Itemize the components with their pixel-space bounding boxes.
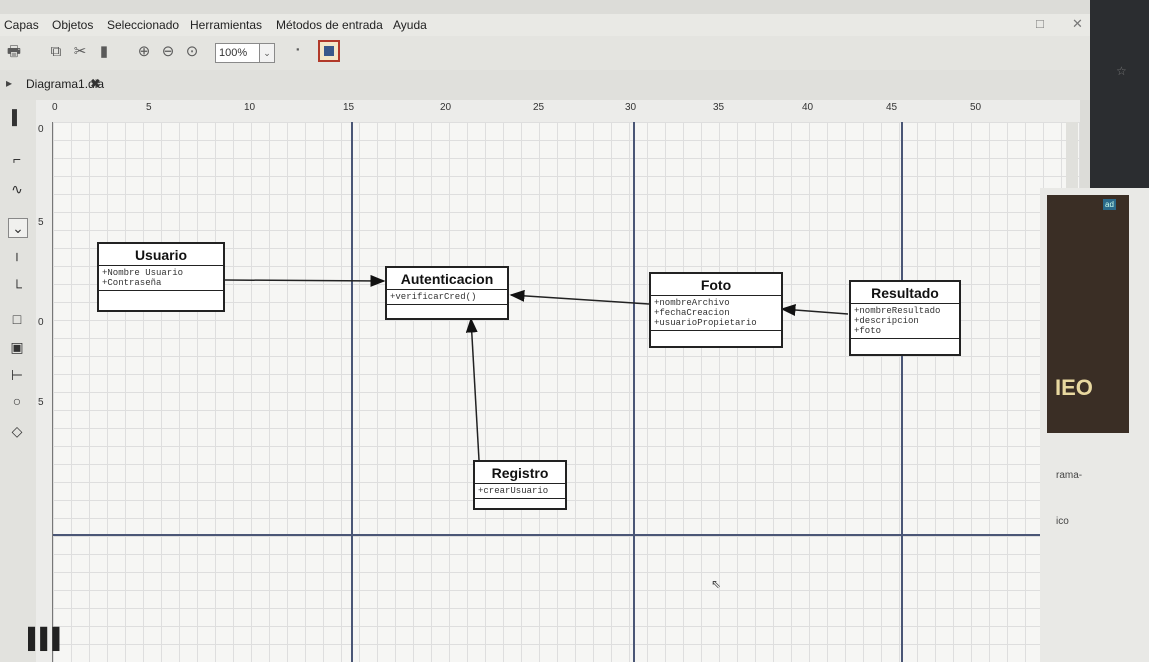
- component-tool-icon[interactable]: ○: [8, 392, 26, 410]
- class-attribute: +verificarCred(): [390, 292, 477, 302]
- class-operations: [475, 499, 565, 504]
- separator-tool-icon[interactable]: ⊢: [8, 366, 26, 384]
- zoom-dropdown-button[interactable]: ⌄: [259, 43, 275, 63]
- class-name: Registro: [475, 462, 565, 484]
- ad-title: IEO: [1055, 375, 1093, 400]
- bezier-tool-icon[interactable]: ∿: [8, 180, 26, 198]
- side-panel-snippet: ico: [1056, 516, 1069, 527]
- sheet-selector-icon[interactable]: ⌄: [8, 218, 28, 238]
- menu-metodos-entrada[interactable]: Métodos de entrada: [276, 18, 383, 32]
- side-panel-snippet: rama-: [1056, 470, 1083, 481]
- class-attribute: +usuarioPropietario: [654, 318, 757, 328]
- association-foto-autenticacion: [509, 289, 650, 305]
- class-attribute: +Nombre Usuario: [102, 268, 184, 278]
- ruler-label: 5: [146, 102, 152, 113]
- mouse-pointer-icon: ⇖: [711, 577, 722, 591]
- ad-banner[interactable]: ad IEO: [1047, 195, 1129, 433]
- ruler-label: 40: [802, 102, 814, 113]
- uml-class-autenticacion[interactable]: Autenticacion +verificarCred(): [385, 266, 509, 320]
- ruler-label: 35: [713, 102, 725, 113]
- ruler-label: 25: [533, 102, 545, 113]
- print-icon[interactable]: 🖶: [4, 42, 24, 62]
- maximize-button[interactable]: □: [1036, 16, 1044, 31]
- uml-class-resultado[interactable]: Resultado +nombreResultado +descripcion …: [849, 280, 961, 356]
- diamond-tool-icon[interactable]: ◇: [8, 422, 26, 440]
- ruler-label: 0: [38, 317, 44, 328]
- association-resultado-foto: [780, 304, 849, 317]
- text-tool-icon[interactable]: ▌: [8, 108, 26, 126]
- ruler-label: 20: [440, 102, 452, 113]
- ruler-label: 30: [625, 102, 637, 113]
- selected-tool-icon[interactable]: [318, 40, 340, 62]
- dia-window: Capas Objetos Seleccionado Herramientas …: [0, 0, 1090, 662]
- class-attribute: +nombreResultado: [854, 306, 941, 316]
- class-attribute: +foto: [854, 326, 882, 336]
- menu-ayuda[interactable]: Ayuda: [393, 18, 427, 32]
- class-attributes: +nombreResultado +descripcion +foto: [851, 304, 959, 339]
- copy-icon[interactable]: ⧉: [46, 42, 66, 62]
- tool-palette: ▌ ⌐ ∿ ⌄ ╵ └ □ ▣ ⊢ ○ ◇: [0, 100, 36, 662]
- tab-bar: ▸ Diagrama1.dia ✖: [0, 70, 1090, 100]
- menu-seleccionado[interactable]: Seleccionado: [107, 18, 179, 32]
- horizontal-ruler: 0 5 10 15 20 25 30 35 40 45 50: [36, 100, 1080, 123]
- menu-capas[interactable]: Capas: [4, 18, 39, 32]
- box-tool-icon[interactable]: □: [8, 310, 26, 328]
- paste-icon[interactable]: ▮: [94, 42, 114, 62]
- class-attributes: +verificarCred(): [387, 290, 507, 305]
- class-attributes: +nombreArchivo +fechaCreacion +usuarioPr…: [651, 296, 781, 331]
- class-name: Resultado: [851, 282, 959, 304]
- snap-icon[interactable]: ⠂: [290, 42, 310, 62]
- class-operations: [387, 305, 507, 310]
- class-name: Autenticacion: [387, 268, 507, 290]
- class-attribute: +nombreArchivo: [654, 298, 730, 308]
- zoom-in-icon[interactable]: ⊕: [134, 42, 154, 62]
- class-operations: [651, 331, 781, 336]
- menu-objetos[interactable]: Objetos: [52, 18, 93, 32]
- zoom-level-field[interactable]: 100%: [215, 43, 260, 63]
- ruler-label: 5: [38, 217, 44, 228]
- uml-class-foto[interactable]: Foto +nombreArchivo +fechaCreacion +usua…: [649, 272, 783, 348]
- zigzag-line-tool-icon[interactable]: ⌐: [8, 150, 26, 168]
- class-operations: [851, 339, 959, 344]
- ruler-label: 45: [886, 102, 898, 113]
- association-registro-autenticacion: [465, 317, 480, 461]
- corner-tool-icon[interactable]: └: [8, 278, 26, 296]
- ruler-label: 0: [52, 102, 58, 113]
- association-usuario-autenticacion: [224, 274, 386, 287]
- ruler-label: 5: [38, 397, 44, 408]
- line-tool-icon[interactable]: ╵: [8, 252, 26, 270]
- zoom-out-icon[interactable]: ⊖: [158, 42, 178, 62]
- vertical-ruler: 0 5 0 5: [36, 122, 53, 662]
- tab-close-icon[interactable]: ✖: [90, 76, 101, 92]
- class-operations: [99, 291, 223, 296]
- class-attribute: +Contraseña: [102, 278, 162, 288]
- uml-class-usuario[interactable]: Usuario +Nombre Usuario +Contraseña: [97, 242, 225, 312]
- ruler-label: 10: [244, 102, 256, 113]
- class-attributes: +Nombre Usuario +Contraseña: [99, 266, 223, 291]
- ruler-label: 0: [38, 124, 44, 135]
- class-attributes: +crearUsuario: [475, 484, 565, 499]
- class-name: Usuario: [99, 244, 223, 266]
- class-attribute: +crearUsuario: [478, 486, 549, 496]
- image-tool-icon[interactable]: ▣: [8, 338, 26, 356]
- ad-badge: ad: [1103, 199, 1116, 210]
- class-attribute: +descripcion: [854, 316, 919, 326]
- menu-herramientas[interactable]: Herramientas: [190, 18, 262, 32]
- zoom-fit-icon[interactable]: ⊙: [182, 42, 202, 62]
- cut-icon[interactable]: ✂: [70, 42, 90, 62]
- uml-class-registro[interactable]: Registro +crearUsuario: [473, 460, 567, 510]
- barcode-icon: ▌▌▌: [28, 628, 66, 650]
- close-button[interactable]: ✕: [1072, 16, 1083, 32]
- tab-arrow-icon[interactable]: ▸: [6, 76, 12, 90]
- class-attribute: +fechaCreacion: [654, 308, 730, 318]
- ruler-label: 15: [343, 102, 355, 113]
- toolbar: 🖶 ⧉ ✂ ▮ ⊕ ⊖ ⊙ 100% ⌄ ⠂: [0, 36, 1090, 71]
- menu-bar: Capas Objetos Seleccionado Herramientas …: [0, 14, 1090, 36]
- star-icon[interactable]: ☆: [1116, 64, 1127, 78]
- association-arrows: [224, 274, 849, 461]
- ruler-label: 50: [970, 102, 982, 113]
- diagram-canvas[interactable]: Usuario +Nombre Usuario +Contraseña Aute…: [53, 122, 1080, 662]
- class-name: Foto: [651, 274, 781, 296]
